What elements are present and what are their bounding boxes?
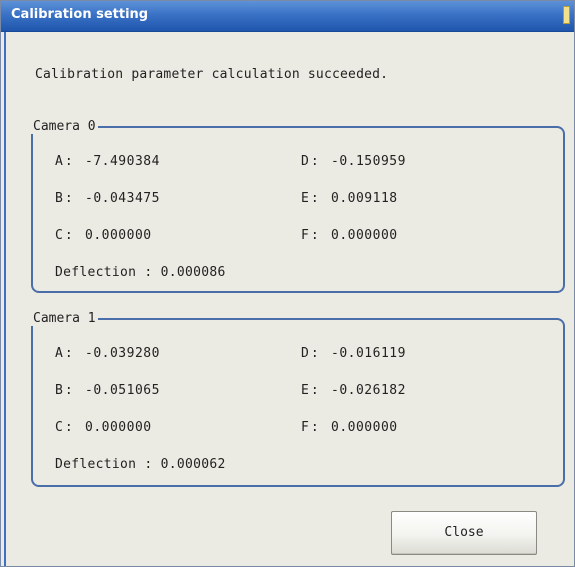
camera-0-group: Camera 0 A: -7.490384 B: -0.043475 C: 0.000… <box>31 119 565 293</box>
deflection-label: Deflection : <box>55 457 161 472</box>
left-edge-rule <box>4 32 6 566</box>
camera-0-param-a: A: -7.490384 <box>55 154 160 169</box>
resize-grip-icon[interactable] <box>563 6 570 24</box>
param-label-a: A: <box>55 154 75 169</box>
param-label-e: E: <box>301 383 321 398</box>
camera-1-group: Camera 1 A: -0.039280 B: -0.051065 C: 0.000… <box>31 311 565 487</box>
param-label-d: D: <box>301 154 321 169</box>
camera-0-param-f: F: 0.000000 <box>301 228 398 243</box>
camera-1-param-a: A: -0.039280 <box>55 346 160 361</box>
camera-1-param-f: F: 0.000000 <box>301 420 398 435</box>
param-value-f: 0.000000 <box>331 420 398 435</box>
param-label-d: D: <box>301 346 321 361</box>
camera-0-param-d: D: -0.150959 <box>301 154 406 169</box>
param-value-d: -0.016119 <box>331 346 406 361</box>
calibration-dialog: Calibration setting Calibration paramete… <box>0 0 575 567</box>
param-label-a: A: <box>55 346 75 361</box>
window-title: Calibration setting <box>11 7 149 22</box>
deflection-label: Deflection : <box>55 265 161 280</box>
param-value-d: -0.150959 <box>331 154 406 169</box>
camera-0-param-c: C: 0.000000 <box>55 228 152 243</box>
param-label-c: C: <box>55 228 75 243</box>
camera-0-legend: Camera 0 <box>33 119 96 134</box>
param-value-b: -0.051065 <box>85 383 160 398</box>
deflection-value: 0.000086 <box>160 265 226 280</box>
param-label-f: F: <box>301 420 321 435</box>
param-label-f: F: <box>301 228 321 243</box>
title-bar[interactable]: Calibration setting <box>1 1 574 32</box>
param-label-e: E: <box>301 191 321 206</box>
param-value-a: -7.490384 <box>85 154 160 169</box>
camera-1-legend: Camera 1 <box>33 311 96 326</box>
param-value-e: 0.009118 <box>331 191 398 206</box>
camera-0-param-b: B: -0.043475 <box>55 191 160 206</box>
camera-1-param-c: C: 0.000000 <box>55 420 152 435</box>
param-value-e: -0.026182 <box>331 383 406 398</box>
param-value-b: -0.043475 <box>85 191 160 206</box>
camera-1-param-d: D: -0.016119 <box>301 346 406 361</box>
deflection-value: 0.000062 <box>160 457 226 472</box>
param-value-a: -0.039280 <box>85 346 160 361</box>
status-message: Calibration parameter calculation succee… <box>35 67 389 82</box>
close-button[interactable]: Close <box>391 511 537 555</box>
param-label-c: C: <box>55 420 75 435</box>
camera-1-deflection: Deflection : 0.000062 <box>55 457 226 472</box>
param-label-b: B: <box>55 383 75 398</box>
camera-0-deflection: Deflection : 0.000086 <box>55 265 226 280</box>
camera-1-param-e: E: -0.026182 <box>301 383 406 398</box>
camera-0-param-e: E: 0.009118 <box>301 191 398 206</box>
param-value-f: 0.000000 <box>331 228 398 243</box>
camera-1-param-b: B: -0.051065 <box>55 383 160 398</box>
param-value-c: 0.000000 <box>85 228 152 243</box>
param-label-b: B: <box>55 191 75 206</box>
param-value-c: 0.000000 <box>85 420 152 435</box>
